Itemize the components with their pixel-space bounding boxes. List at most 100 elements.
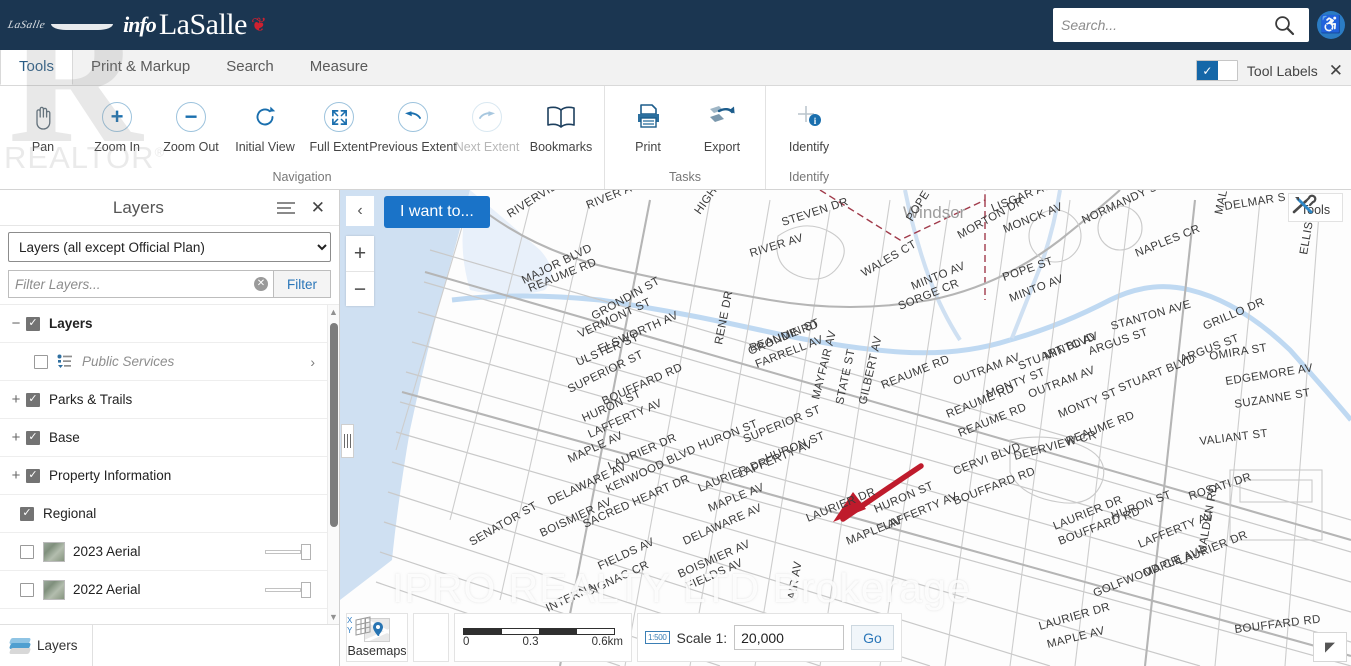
tree-row-layers[interactable]: − Layers [0, 305, 327, 343]
identify-group-title: Identify [788, 170, 830, 184]
tool-labels-label: Tool Labels [1246, 62, 1318, 79]
arrow-right-circle-icon [472, 100, 502, 134]
tab-tools[interactable]: Tools [0, 48, 74, 85]
map-bottom-bar: ⚲ Basemaps X Y 0 0.3 0.6km 1:500 Scale 1… [346, 613, 902, 662]
opacity-slider[interactable] [265, 581, 311, 598]
expand-icon[interactable]: + [6, 391, 26, 408]
opacity-slider[interactable] [265, 543, 311, 560]
tree-row-2023-aerial[interactable]: 2023 Aerial [0, 533, 327, 571]
map-street-labels: RIVERVILLA CTRIVER AVHIGHWAY #18STEVEN D… [468, 190, 1322, 651]
search-icon[interactable] [1263, 9, 1305, 41]
toggle-check-icon: ✓ [1196, 61, 1218, 80]
parks-trails-checkbox[interactable] [26, 392, 40, 407]
layers-checkbox[interactable] [26, 316, 40, 331]
clear-filter-icon[interactable]: ✕ [254, 277, 268, 291]
public-services-checkbox[interactable] [34, 354, 48, 369]
zoom-in-button[interactable]: + Zoom In [80, 92, 154, 155]
slider-thumb[interactable] [301, 581, 311, 598]
street-label: BOUFFARD RD [1234, 613, 1322, 635]
scrollbar-thumb[interactable] [330, 323, 338, 527]
filter-layers-input[interactable] [9, 271, 273, 297]
panel-collapse-handle[interactable] [341, 424, 354, 458]
tree-row-property-information[interactable]: + Property Information [0, 457, 327, 495]
map-tools-button[interactable]: Tools [1288, 193, 1343, 222]
chevron-right-icon[interactable]: › [310, 354, 321, 370]
layers-panel-close-icon[interactable]: ✕ [309, 199, 327, 216]
resize-corner-icon: ◤ [1325, 639, 1335, 654]
map-back-button[interactable]: ‹ [346, 196, 374, 226]
tab-measure[interactable]: Measure [292, 49, 386, 85]
next-extent-label: Next Extent [454, 140, 520, 154]
layer-set-select-wrap: Layers (all except Official Plan) [0, 226, 339, 266]
previous-extent-button[interactable]: Previous Extent [369, 92, 457, 155]
export-button[interactable]: Export [685, 92, 759, 155]
aerial-2023-checkbox[interactable] [20, 544, 34, 559]
minus-circle-icon: − [176, 100, 206, 134]
map-zoom-out-button[interactable]: − [346, 271, 374, 306]
street-label: RIVER AV [748, 232, 804, 260]
street-label: STEVEN DR [780, 196, 850, 229]
ribbon-group-identify: i Identify Identify [765, 86, 852, 189]
search-box[interactable] [1053, 8, 1309, 42]
tree-row-base[interactable]: + Base [0, 419, 327, 457]
collapse-icon[interactable]: − [6, 315, 26, 332]
footer-layers-button[interactable]: Layers [0, 624, 93, 666]
bookmarks-button[interactable]: Bookmarks [524, 92, 598, 155]
pan-button[interactable]: Pan [6, 92, 80, 155]
zoom-out-button[interactable]: − Zoom Out [154, 92, 228, 155]
zoom-in-label: Zoom In [94, 140, 140, 154]
i-want-to-button[interactable]: I want to... [384, 196, 490, 228]
next-extent-button[interactable]: Next Extent [450, 92, 524, 155]
street-label: EDGEMORE AV [1225, 362, 1314, 388]
slider-thumb[interactable] [301, 543, 311, 560]
print-label: Print [635, 140, 661, 154]
pan-label: Pan [31, 140, 55, 154]
layers-panel-header: Layers ✕ [0, 190, 339, 226]
accessibility-icon[interactable]: ♿ [1317, 11, 1345, 39]
go-button[interactable]: Go [851, 625, 894, 650]
layers-tree-scrollbar[interactable]: ▲ ▼ [327, 305, 339, 624]
scroll-up-icon[interactable]: ▲ [329, 307, 338, 317]
expand-icon[interactable]: + [6, 467, 26, 484]
scale-bar-labels: 0 0.3 0.6km [463, 636, 623, 648]
scroll-down-icon[interactable]: ▼ [329, 612, 338, 622]
base-checkbox[interactable] [26, 430, 40, 445]
close-icon[interactable]: ✕ [1327, 62, 1345, 79]
ribbon-tabbar-right: ✓ Tool Labels ✕ [1195, 60, 1345, 81]
ribbon: Tools Print & Markup Search Measure ✓ To… [0, 48, 1351, 190]
property-information-checkbox[interactable] [26, 468, 40, 483]
ribbon-body: Pan + Zoom In − Zoom Out Initial View Fu… [0, 86, 1351, 190]
print-button[interactable]: Print [611, 92, 685, 155]
regional-checkbox[interactable] [20, 506, 34, 521]
tree-row-2022-aerial[interactable]: 2022 Aerial [0, 571, 327, 609]
map-zoom-in-button[interactable]: + [346, 236, 374, 271]
previous-extent-label: Previous Extent [369, 140, 457, 154]
tab-search[interactable]: Search [208, 49, 292, 85]
identify-label: Identify [788, 140, 830, 154]
full-extent-button[interactable]: Full Extent [302, 92, 376, 155]
street-label: NORMANDY ST [1080, 190, 1166, 227]
tab-print-markup[interactable]: Print & Markup [73, 49, 208, 85]
navigation-group-title: Navigation [272, 170, 332, 184]
hamburger-icon[interactable] [276, 201, 295, 214]
search-input[interactable] [1053, 9, 1263, 41]
street-label: MONTY ST [1057, 386, 1119, 421]
initial-view-button[interactable]: Initial View [228, 92, 302, 155]
book-icon [545, 100, 577, 134]
tool-labels-toggle[interactable]: ✓ [1195, 60, 1238, 81]
tree-label: 2022 Aerial [73, 582, 141, 597]
coordinates-button[interactable]: X Y [347, 613, 449, 662]
street-label: STANTON AVE [1110, 298, 1193, 332]
expand-icon[interactable]: + [6, 429, 26, 446]
tree-row-regional[interactable]: Regional [0, 495, 327, 533]
tree-row-parks-trails[interactable]: + Parks & Trails [0, 381, 327, 419]
tree-row-public-services[interactable]: Public Services › [0, 343, 327, 381]
toggle-knob [1217, 61, 1237, 80]
map-canvas[interactable]: Windsor RIVERVILLA CTRIVER AVHIGHWAY #18… [340, 190, 1351, 666]
filter-button[interactable]: Filter [273, 270, 331, 298]
aerial-2022-checkbox[interactable] [20, 582, 34, 597]
scale-input[interactable] [734, 625, 845, 650]
identify-button[interactable]: i Identify [772, 92, 846, 155]
map-corner-widget[interactable]: ◤ [1313, 632, 1347, 662]
layer-set-select[interactable]: Layers (all except Official Plan) [8, 232, 331, 262]
